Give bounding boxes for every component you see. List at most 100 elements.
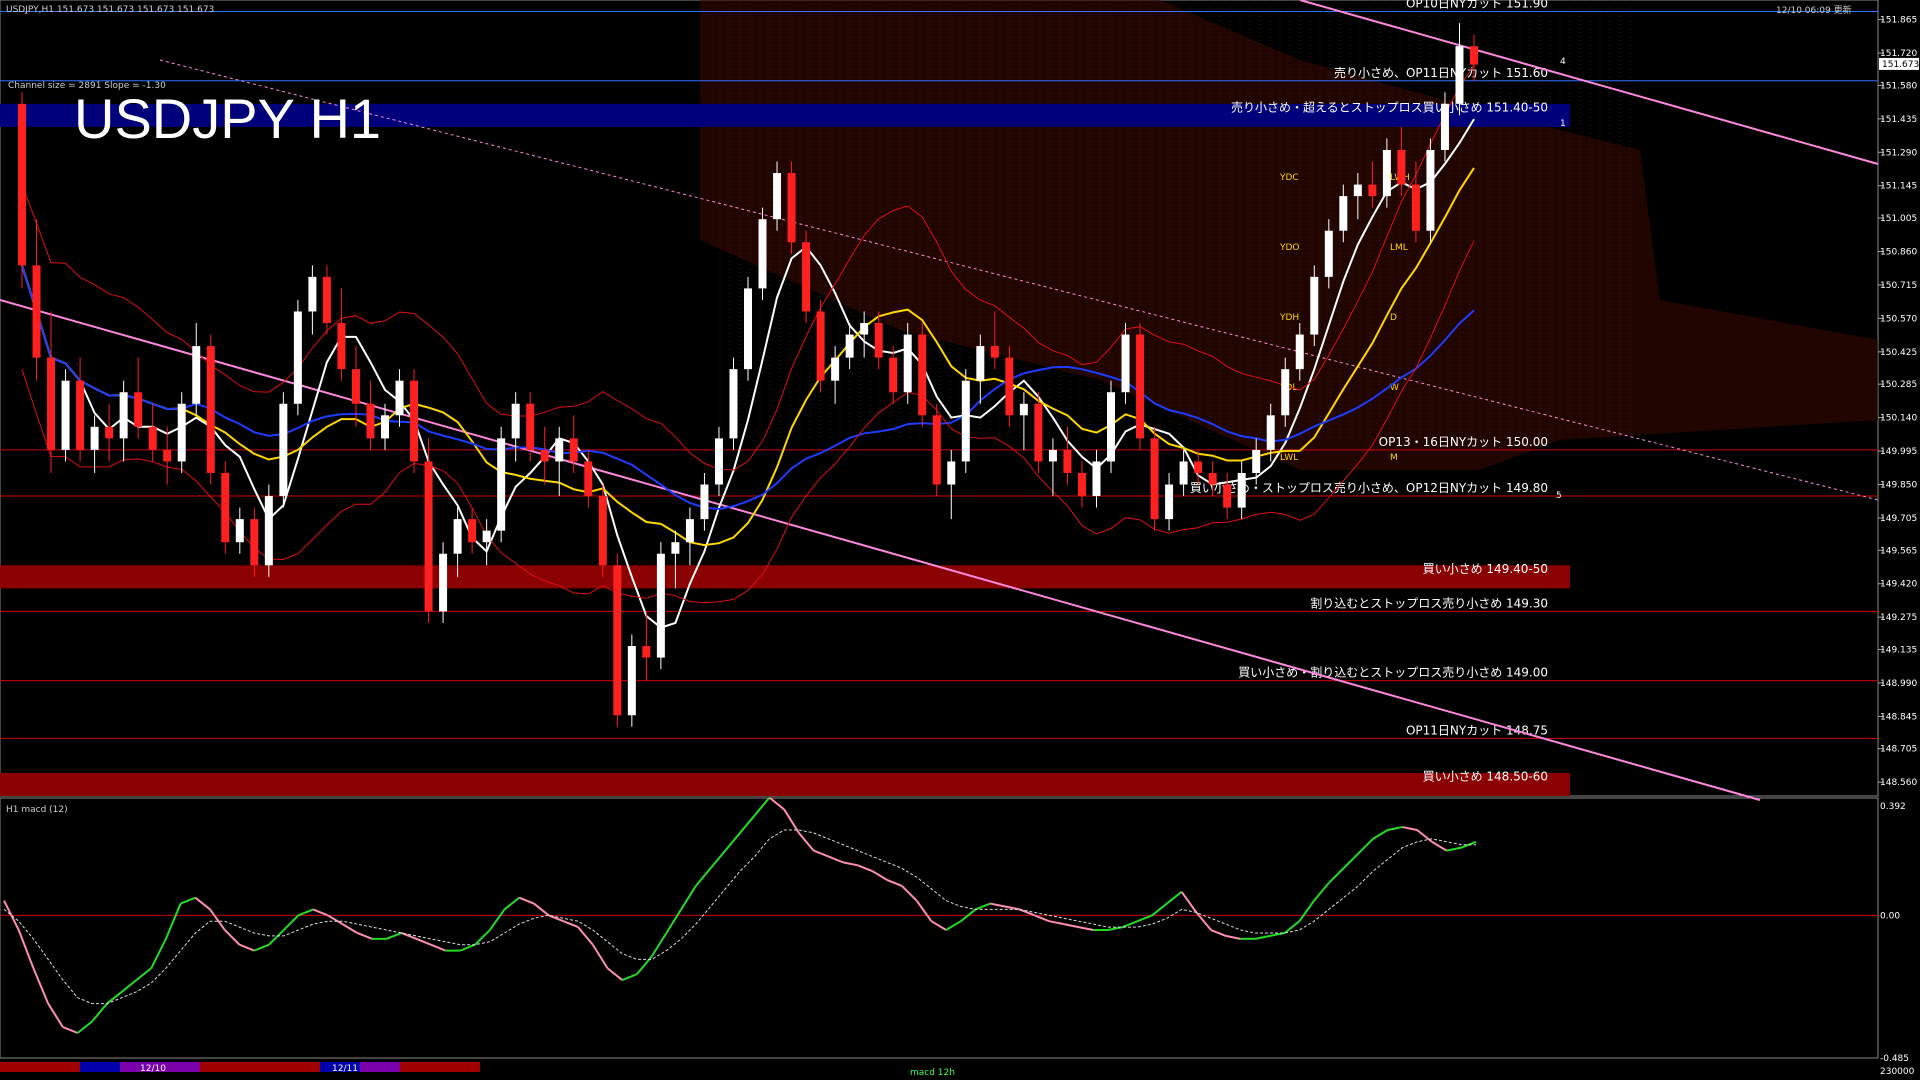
macd-segment-22 bbox=[312, 908, 329, 917]
macd-segment-62 bbox=[901, 885, 918, 902]
candle-body-14 bbox=[221, 472, 230, 543]
macd-segment-95 bbox=[1387, 826, 1403, 831]
macd-segment-6 bbox=[76, 1020, 93, 1034]
macd-segment-9 bbox=[121, 979, 138, 993]
level-label-7: 買い小さめ・割り込むとストップロス売り小さめ 149.00 bbox=[1238, 665, 1548, 680]
candle-body-88 bbox=[1295, 334, 1304, 370]
wave-label-1: 1 bbox=[1560, 119, 1566, 129]
macd-tick-0: 0.392 bbox=[1880, 802, 1906, 812]
candle-body-87 bbox=[1281, 369, 1290, 416]
time-segment-6 bbox=[240, 1062, 280, 1072]
macd-panel: 0.392 0.00 -0.485 230000 bbox=[0, 796, 1915, 1077]
macd-tick-1: 0.00 bbox=[1880, 911, 1900, 921]
macd-segment-15 bbox=[209, 908, 226, 931]
price-zone-5 bbox=[0, 565, 1570, 589]
time-segment-5 bbox=[200, 1062, 240, 1072]
macd-segment-18 bbox=[253, 943, 270, 952]
macd-segment-24 bbox=[342, 923, 358, 934]
macd-segment-92 bbox=[1342, 852, 1359, 869]
macd-segment-35 bbox=[503, 896, 520, 911]
candle-body-45 bbox=[671, 542, 680, 554]
candle-body-76 bbox=[1121, 334, 1130, 393]
candle-body-7 bbox=[119, 392, 128, 439]
update-time: 12/10 06:09 更新 bbox=[1776, 4, 1852, 16]
candle-body-12 bbox=[192, 346, 201, 404]
price-tick-label-0: 151.865 bbox=[1880, 16, 1917, 26]
candle-body-4 bbox=[76, 380, 85, 450]
candle-body-22 bbox=[337, 323, 346, 370]
candle-body-75 bbox=[1107, 392, 1115, 462]
macd-segment-59 bbox=[857, 864, 873, 873]
date-label-0: 12/10 bbox=[140, 1064, 166, 1074]
candle-body-2 bbox=[47, 357, 56, 450]
macd-segment-68 bbox=[990, 902, 1006, 908]
macd-segment-3 bbox=[32, 967, 50, 1004]
macd-bottom-value: 230000 bbox=[1880, 1067, 1915, 1077]
macd-segment-93 bbox=[1357, 838, 1374, 855]
macd-segment-29 bbox=[415, 937, 432, 946]
macd-segment-19 bbox=[268, 929, 285, 946]
candle-body-68 bbox=[1005, 357, 1014, 416]
macd-segment-99 bbox=[1446, 846, 1462, 852]
macd-segment-57 bbox=[827, 855, 844, 864]
macd-segment-58 bbox=[842, 861, 858, 867]
macd-segment-50 bbox=[724, 832, 741, 852]
date-label-1: 12/11 bbox=[332, 1064, 358, 1074]
macd-segment-61 bbox=[886, 879, 903, 887]
macd-segment-17 bbox=[239, 943, 255, 952]
price-tick-label-12: 150.140 bbox=[1880, 414, 1917, 424]
candle-body-24 bbox=[366, 403, 375, 439]
candle-body-50 bbox=[744, 288, 752, 370]
macd-segment-39 bbox=[562, 920, 579, 929]
candle-body-25 bbox=[381, 415, 389, 439]
candle-body-71 bbox=[1048, 449, 1057, 462]
wave-label-4: 4 bbox=[1560, 57, 1566, 67]
candle-body-58 bbox=[860, 323, 869, 335]
candle-body-16 bbox=[250, 519, 259, 566]
candle-body-23 bbox=[351, 369, 360, 404]
candle-body-31 bbox=[468, 519, 477, 543]
macd-segment-13 bbox=[180, 896, 196, 905]
candle-body-52 bbox=[773, 173, 782, 220]
candle-body-48 bbox=[714, 438, 723, 485]
symbol-line: USDJPY,H1 151.673 151.673 151.673 151.67… bbox=[6, 5, 214, 15]
level-label-0: OP10日NYカット 151.90 bbox=[1406, 0, 1548, 11]
candle-body-72 bbox=[1063, 449, 1072, 473]
level-label-2: 売り小さめ・超えるとストップロス買い小さめ 151.40-50 bbox=[1231, 99, 1548, 114]
macd-segment-72 bbox=[1048, 920, 1065, 926]
candle-body-96 bbox=[1411, 184, 1420, 231]
macd-segment-65 bbox=[945, 920, 962, 931]
macd-segment-27 bbox=[386, 932, 402, 940]
candle-body-84 bbox=[1237, 472, 1246, 508]
candle-body-70 bbox=[1034, 403, 1043, 462]
price-tick-label-4: 151.290 bbox=[1880, 148, 1917, 158]
price-chart-canvas[interactable]: 12/10 12/11 OP10日NYカット 151.90 売り小さめ、OP11日N… bbox=[0, 0, 1920, 1080]
price-tick-label-1: 151.720 bbox=[1880, 49, 1917, 59]
candle-body-81 bbox=[1194, 461, 1203, 473]
macd-segment-37 bbox=[533, 902, 550, 917]
macd-segment-49 bbox=[709, 849, 727, 869]
candle-body-36 bbox=[540, 449, 549, 462]
candle-body-65 bbox=[961, 380, 970, 462]
macd-segment-4 bbox=[47, 1003, 64, 1028]
time-segment-0 bbox=[0, 1062, 40, 1072]
price-tick-label-14: 149.850 bbox=[1880, 481, 1917, 491]
candle-body-5 bbox=[90, 426, 99, 450]
candle-body-60 bbox=[889, 357, 898, 393]
candle-body-49 bbox=[729, 369, 738, 439]
candle-body-57 bbox=[845, 334, 854, 358]
macd-segment-77 bbox=[1122, 920, 1138, 929]
candle-body-29 bbox=[439, 553, 448, 612]
level-label-6: 割り込むとストップロス売り小さめ 149.30 bbox=[1310, 595, 1548, 610]
candle-body-26 bbox=[395, 380, 404, 416]
macd-segment-34 bbox=[488, 908, 506, 931]
candle-body-13 bbox=[206, 346, 215, 473]
macd-segment-79 bbox=[1151, 902, 1168, 917]
candle-body-27 bbox=[410, 380, 419, 462]
macd-segment-21 bbox=[298, 908, 314, 917]
macd-segment-36 bbox=[518, 896, 535, 905]
macd-segment-63 bbox=[915, 900, 933, 922]
candle-body-53 bbox=[787, 173, 796, 243]
candle-body-89 bbox=[1310, 276, 1319, 335]
candle-body-41 bbox=[613, 565, 622, 716]
